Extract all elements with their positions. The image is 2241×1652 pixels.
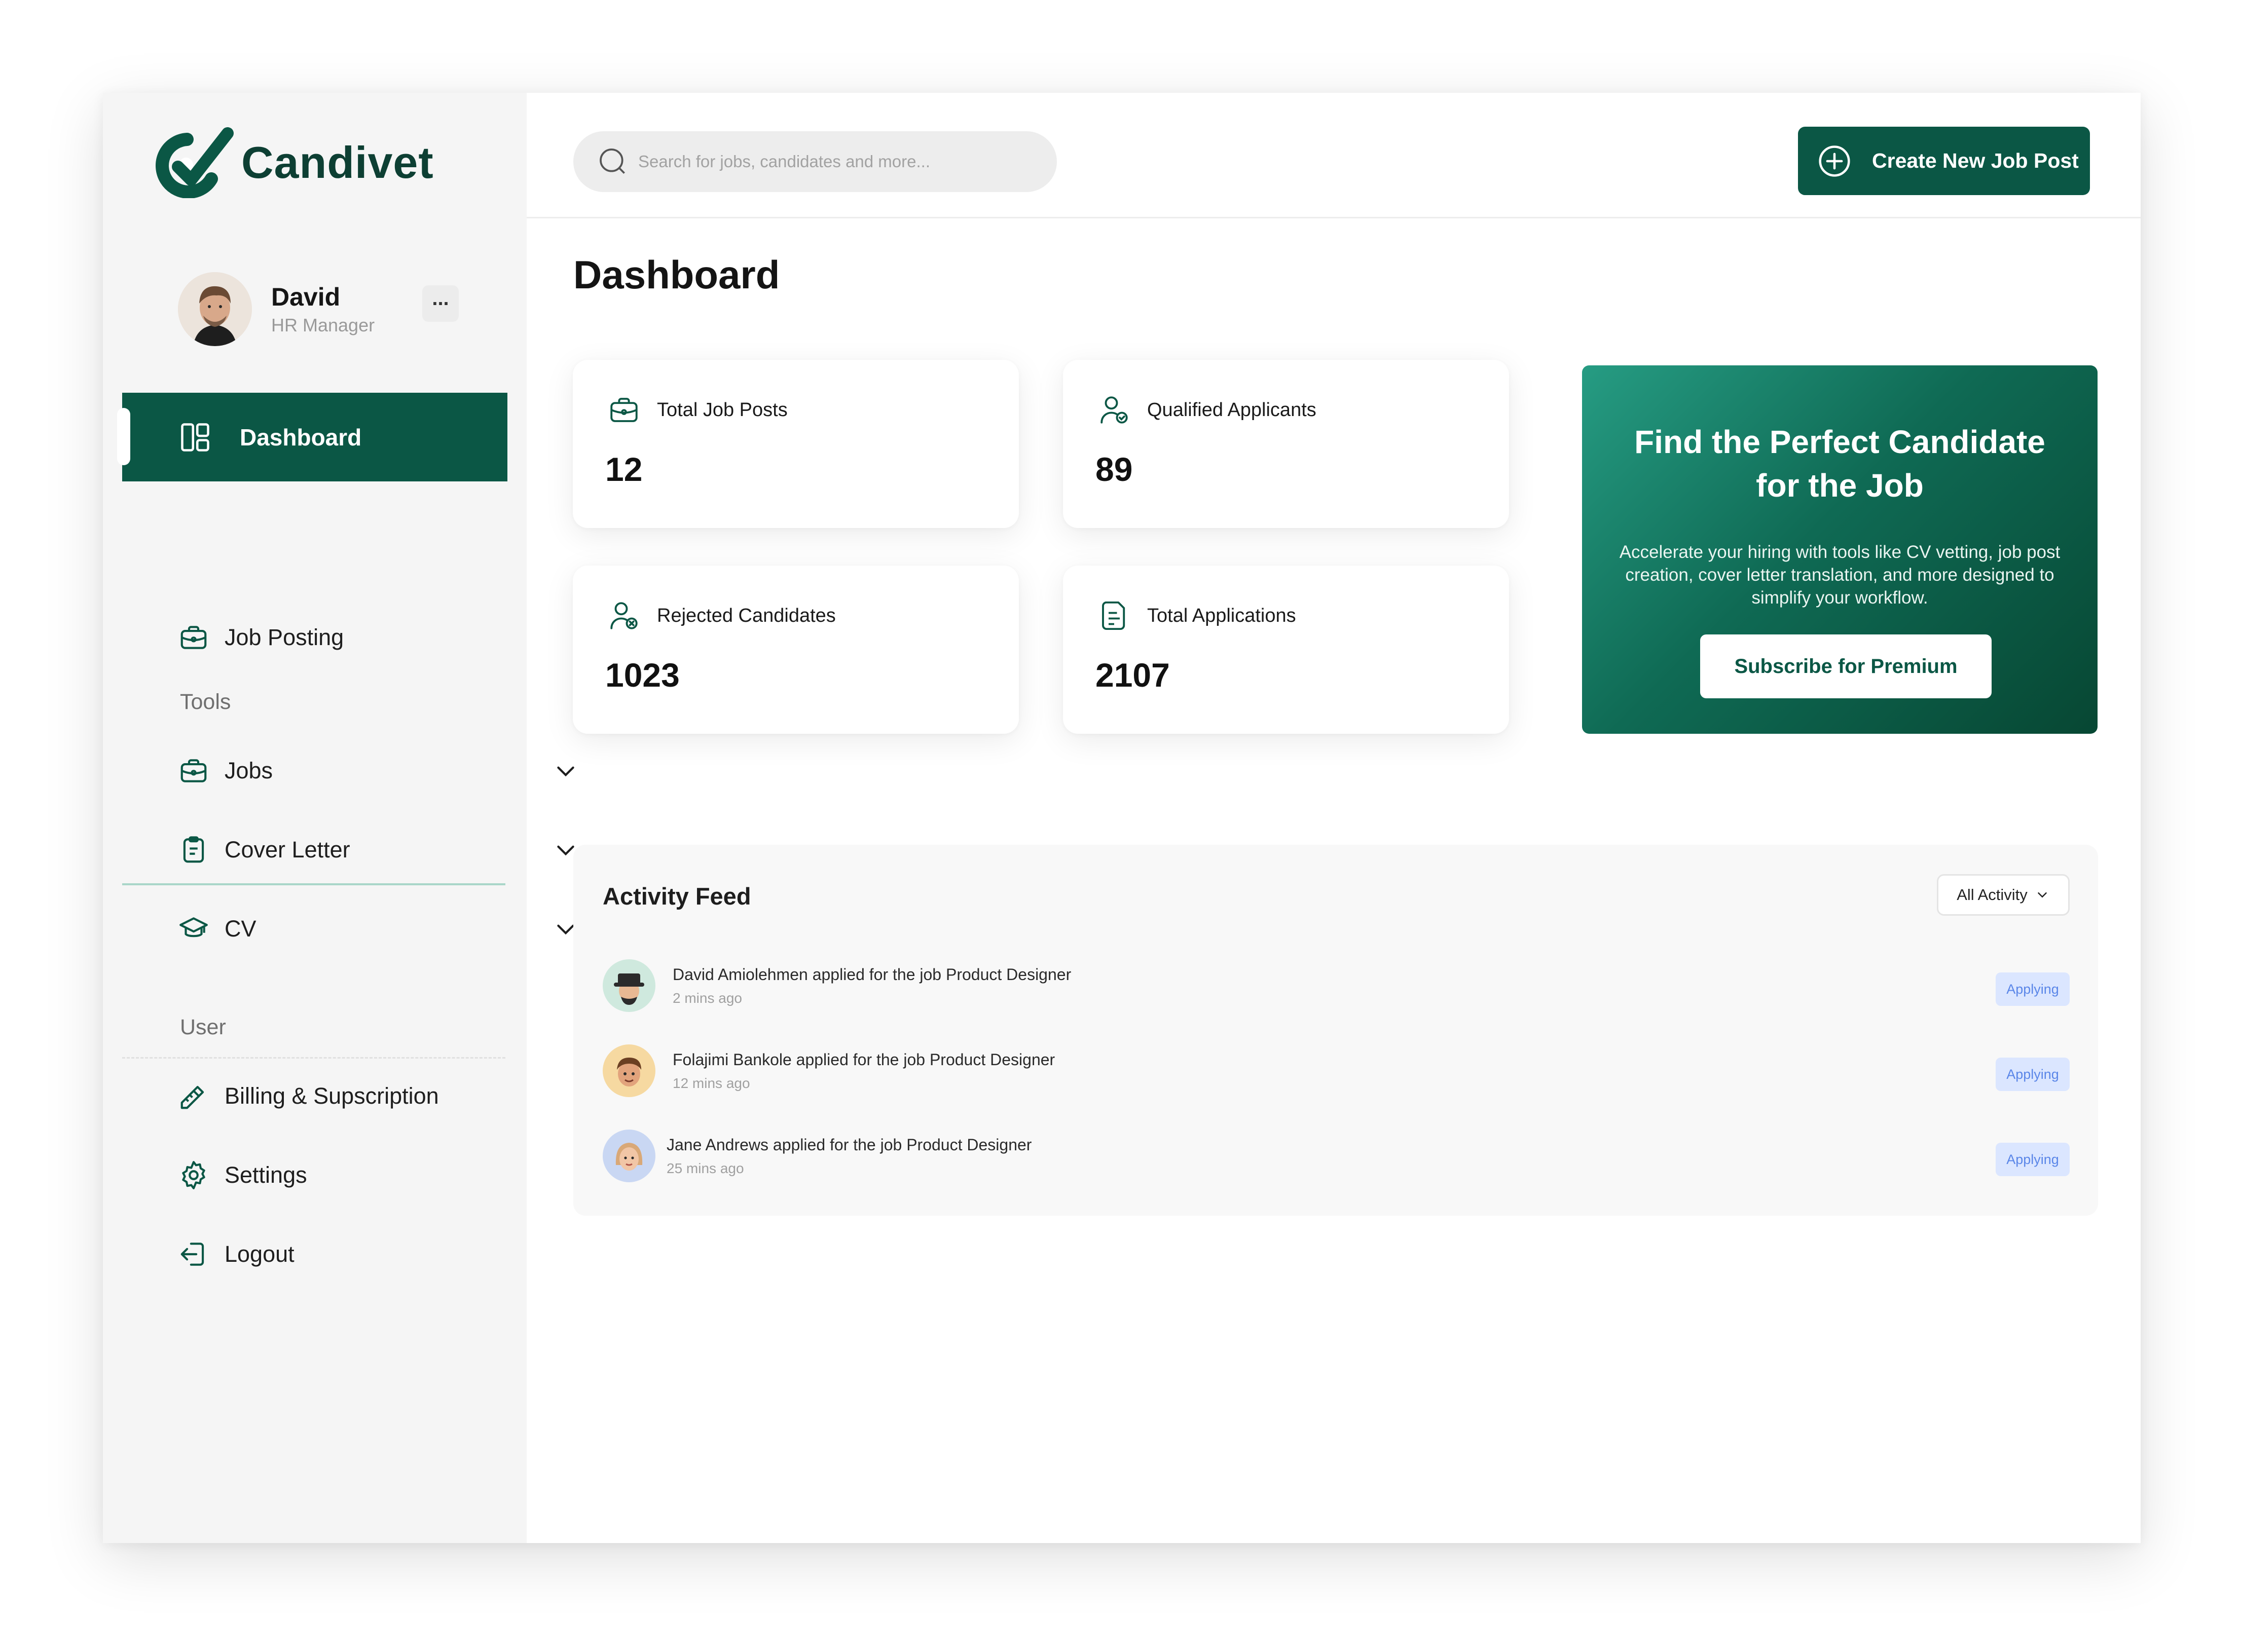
applicant-avatar (603, 959, 655, 1012)
user-profile[interactable]: David HR Manager (178, 272, 375, 346)
applicant-avatar (603, 1044, 655, 1097)
user-check-icon (1100, 396, 1128, 424)
sidebar-item-label: Job Posting (225, 624, 344, 650)
stat-value: 1023 (605, 656, 680, 694)
stat-value: 89 (1095, 450, 1133, 488)
activity-feed: Activity Feed All Activity David Amioleh… (573, 845, 2098, 1216)
app-name: Candivet (241, 137, 434, 187)
search-input[interactable] (638, 152, 1023, 171)
subscribe-premium-button[interactable]: Subscribe for Premium (1700, 634, 1992, 698)
sidebar-item-cover-letter[interactable]: Cover Letter (178, 830, 583, 870)
stat-label: Rejected Candidates (657, 605, 836, 626)
stat-label: Total Job Posts (657, 399, 788, 421)
promo-title: Find the Perfect Candidate for the Job (1634, 424, 2045, 504)
user-x-icon (610, 602, 638, 629)
active-indicator (117, 408, 130, 465)
create-job-post-label: Create New Job Post (1872, 149, 2079, 172)
stat-label: Qualified Applicants (1147, 399, 1316, 421)
status-badge: Applying (1996, 1058, 2070, 1091)
page-title: Dashboard (573, 252, 780, 297)
user-name: David (271, 283, 341, 311)
stat-value: 2107 (1095, 656, 1170, 694)
activity-item[interactable]: David Amiolehmen applied for the job Pro… (603, 954, 2070, 1015)
sidebar-dashed-divider (122, 1057, 505, 1059)
profile-more-button[interactable]: ... (422, 285, 459, 322)
stat-card-rejected-candidates[interactable]: Rejected Candidates 1023 (573, 566, 1019, 734)
sidebar-item-billing[interactable]: Billing & Supscription (178, 1076, 439, 1116)
stat-card-total-job-posts[interactable]: Total Job Posts 12 (573, 360, 1019, 528)
sidebar-item-label: Jobs (225, 758, 273, 783)
briefcase-icon (610, 398, 638, 422)
activity-text: Jane Andrews applied for the job Product… (667, 1136, 1032, 1154)
applicant-avatar (603, 1130, 655, 1182)
sidebar-item-label: Logout (225, 1241, 295, 1267)
user-heading: User (180, 1015, 226, 1039)
sidebar-item-label: Cover Letter (225, 837, 350, 862)
user-role: HR Manager (271, 315, 375, 335)
app-window: Candivet David HR Manager ... Dashboard … (103, 93, 2141, 1543)
sidebar-item-cv[interactable]: CV (178, 909, 583, 949)
sidebar-item-label: Settings (225, 1162, 307, 1188)
tools-heading: Tools (180, 690, 231, 714)
sidebar-item-label: Billing & Supscription (225, 1083, 439, 1109)
activity-item[interactable]: Jane Andrews applied for the job Product… (603, 1124, 2070, 1185)
sidebar-item-label: CV (225, 916, 256, 942)
stat-card-qualified-applicants[interactable]: Qualified Applicants 89 (1063, 360, 1509, 528)
activity-time: 12 mins ago (673, 1075, 750, 1091)
top-bar: Create New Job Post (527, 93, 2141, 218)
chevron-down-icon (2038, 892, 2047, 898)
sidebar-divider (122, 883, 505, 885)
promo-description: Accelerate your hiring with tools like C… (1619, 542, 2061, 608)
plus-circle-icon (1819, 145, 1850, 177)
sidebar-item-job-posting[interactable]: Job Posting (178, 617, 344, 658)
status-badge: Applying (1996, 1143, 2070, 1176)
sidebar-item-settings[interactable]: Settings (178, 1155, 307, 1195)
activity-filter-label: All Activity (1957, 886, 2028, 904)
dashboard-icon (181, 423, 209, 452)
document-icon (1102, 601, 1125, 630)
sidebar: Candivet David HR Manager ... Dashboard … (103, 93, 574, 1543)
candivet-logo-icon (156, 127, 234, 198)
sidebar-item-label: Dashboard (240, 424, 362, 450)
avatar (178, 272, 252, 346)
activity-feed-title: Activity Feed (603, 883, 751, 910)
create-job-post-button[interactable]: Create New Job Post (1798, 127, 2090, 195)
briefcase-icon (180, 626, 207, 649)
sidebar-item-jobs[interactable]: Jobs (178, 750, 583, 791)
stat-card-total-applications[interactable]: Total Applications 2107 (1063, 566, 1509, 734)
sidebar-item-dashboard[interactable]: Dashboard (117, 393, 507, 481)
clipboard-icon (183, 836, 204, 863)
status-badge: Applying (1996, 972, 2070, 1006)
search-icon (600, 148, 625, 174)
activity-filter-dropdown[interactable]: All Activity (1937, 874, 2070, 916)
chevron-down-icon[interactable] (553, 758, 578, 783)
activity-time: 25 mins ago (667, 1160, 744, 1176)
activity-item[interactable]: Folajimi Bankole applied for the job Pro… (603, 1039, 2070, 1100)
sidebar-item-logout[interactable]: Logout (178, 1234, 295, 1274)
search-bar[interactable] (573, 131, 1057, 192)
logo[interactable]: Candivet (152, 127, 434, 198)
briefcase-icon (180, 759, 207, 782)
stat-value: 12 (605, 450, 643, 488)
gear-icon (182, 1161, 205, 1189)
activity-text: Folajimi Bankole applied for the job Pro… (673, 1050, 1055, 1069)
stat-label: Total Applications (1147, 605, 1296, 626)
activity-text: David Amiolehmen applied for the job Pro… (673, 965, 1072, 984)
logout-icon (180, 1243, 204, 1266)
pencil-ruler-icon (180, 1085, 204, 1109)
graduation-cap-icon (179, 917, 208, 937)
premium-promo-card: Find the Perfect Candidate for the Job A… (1582, 365, 2098, 734)
activity-time: 2 mins ago (673, 990, 742, 1006)
ellipsis-icon: ... (432, 287, 449, 310)
